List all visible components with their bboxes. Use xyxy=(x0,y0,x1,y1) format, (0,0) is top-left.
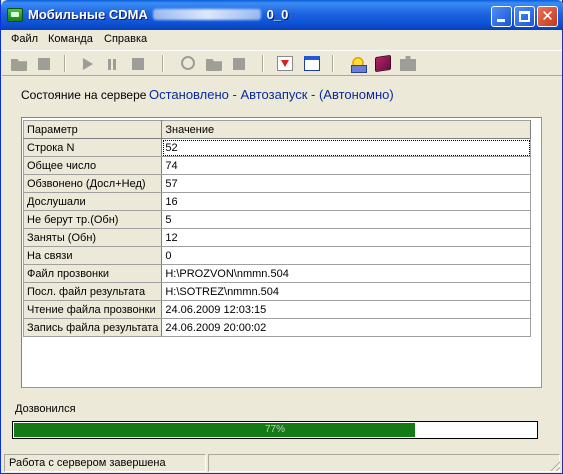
import-icon[interactable] xyxy=(277,56,293,71)
stop-icon[interactable] xyxy=(38,58,50,70)
server-state-label: Состояние на сервере xyxy=(21,88,147,102)
status-pane-main: Работа с сервером завершена xyxy=(4,454,206,472)
toolbar-separator xyxy=(262,55,264,72)
value-cell[interactable]: H:\SOTREZ\nmmn.504 xyxy=(161,282,532,301)
param-cell: Обзвонено (Досл+Нед) xyxy=(22,174,163,193)
open-folder-icon[interactable] xyxy=(11,59,27,71)
param-cell: Дослушали xyxy=(22,192,163,211)
table-row[interactable]: На связи 0 xyxy=(22,246,532,265)
grid-header-row: Параметр Значение xyxy=(22,120,532,139)
redacted-address xyxy=(152,9,261,20)
value-cell[interactable]: 57 xyxy=(161,174,532,193)
puzzle-icon[interactable] xyxy=(400,56,416,71)
app-phone-icon xyxy=(7,8,23,22)
close-button[interactable]: ✕ xyxy=(537,6,558,27)
toolbar-separator xyxy=(64,55,66,72)
window-title-suffix: 0_0 xyxy=(266,7,289,22)
progress-label: Дозвонился xyxy=(15,403,76,415)
open-folder-icon[interactable] xyxy=(206,59,222,71)
table-row[interactable]: Дослушали 16 xyxy=(22,192,532,211)
param-cell: Общее число xyxy=(22,156,163,175)
settings-icon[interactable] xyxy=(350,56,367,73)
table-row[interactable]: Чтение файла прозвонки 24.06.2009 12:03:… xyxy=(22,300,532,319)
maximize-icon xyxy=(519,11,530,22)
menu-help[interactable]: Справка xyxy=(104,33,147,45)
value-cell[interactable]: 74 xyxy=(161,156,532,175)
stop-icon[interactable] xyxy=(233,58,245,70)
table-row[interactable]: Запись файла результата 24.06.2009 20:00… xyxy=(22,318,532,337)
close-icon: ✕ xyxy=(541,7,554,25)
window-icon[interactable] xyxy=(304,56,320,71)
value-cell[interactable]: 24.06.2009 20:00:02 xyxy=(161,318,532,337)
menu-file[interactable]: Файл xyxy=(11,33,38,45)
value-cell[interactable]: 12 xyxy=(161,228,532,247)
param-cell: Запись файла результата xyxy=(22,318,163,337)
table-row[interactable]: Строка N 52 xyxy=(22,138,532,157)
clock-icon[interactable] xyxy=(181,56,195,70)
value-cell[interactable]: H:\PROZVON\nmmn.504 xyxy=(161,264,532,283)
pause-icon[interactable] xyxy=(108,59,116,70)
column-header-param[interactable]: Параметр xyxy=(22,120,163,139)
table-row[interactable]: Общее число 74 xyxy=(22,156,532,175)
minimize-button[interactable] xyxy=(491,6,512,27)
value-cell[interactable]: 16 xyxy=(161,192,532,211)
param-cell: На связи xyxy=(22,246,163,265)
progress-text: 77% xyxy=(264,424,285,435)
param-cell: Файл прозвонки xyxy=(22,264,163,283)
status-text: Работа с сервером завершена xyxy=(9,457,166,469)
progress-bar: 77% xyxy=(12,421,538,439)
toolbar-separator xyxy=(162,55,164,72)
window-title-prefix: Мобильные CDMA xyxy=(28,7,148,22)
play-icon[interactable] xyxy=(83,58,93,70)
table-row[interactable]: Файл прозвонки H:\PROZVON\nmmn.504 xyxy=(22,264,532,283)
table-row[interactable]: Обзвонено (Досл+Нед) 57 xyxy=(22,174,532,193)
minimize-icon xyxy=(497,19,505,22)
table-row[interactable]: Заняты (Обн) 12 xyxy=(22,228,532,247)
column-header-value[interactable]: Значение xyxy=(161,120,532,139)
value-cell[interactable]: 24.06.2009 12:03:15 xyxy=(161,300,532,319)
status-bar: Работа с сервером завершена xyxy=(2,454,562,473)
toolbar xyxy=(2,50,562,76)
parameters-panel: Параметр Значение Строка N 52 Общее числ… xyxy=(21,117,542,388)
param-cell: Чтение файла прозвонки xyxy=(22,300,163,319)
stop-icon[interactable] xyxy=(132,58,144,70)
server-state-value: Остановлено - Автозапуск - (Автономно) xyxy=(149,87,394,102)
menu-command[interactable]: Команда xyxy=(48,33,93,45)
status-pane-secondary xyxy=(208,454,560,472)
table-row[interactable]: Не берут тр.(Обн) 5 xyxy=(22,210,532,229)
param-cell: Посл. файл результата xyxy=(22,282,163,301)
param-cell: Заняты (Обн) xyxy=(22,228,163,247)
main-window: Мобильные CDMA 0_0 ✕ Файл Команда Справк… xyxy=(0,0,563,474)
value-cell[interactable]: 5 xyxy=(161,210,532,229)
window-title: Мобильные CDMA 0_0 xyxy=(28,7,288,22)
value-cell[interactable]: 0 xyxy=(161,246,532,265)
book-icon[interactable] xyxy=(375,54,391,73)
maximize-button[interactable] xyxy=(514,6,535,27)
title-bar[interactable]: Мобильные CDMA 0_0 ✕ xyxy=(1,0,563,30)
parameters-grid: Параметр Значение Строка N 52 Общее числ… xyxy=(22,120,532,337)
param-cell: Не берут тр.(Обн) xyxy=(22,210,163,229)
toolbar-separator xyxy=(332,55,334,72)
param-cell: Строка N xyxy=(22,138,163,157)
table-row[interactable]: Посл. файл результата H:\SOTREZ\nmmn.504 xyxy=(22,282,532,301)
value-cell[interactable]: 52 xyxy=(161,138,532,157)
menu-bar: Файл Команда Справка xyxy=(2,30,562,49)
